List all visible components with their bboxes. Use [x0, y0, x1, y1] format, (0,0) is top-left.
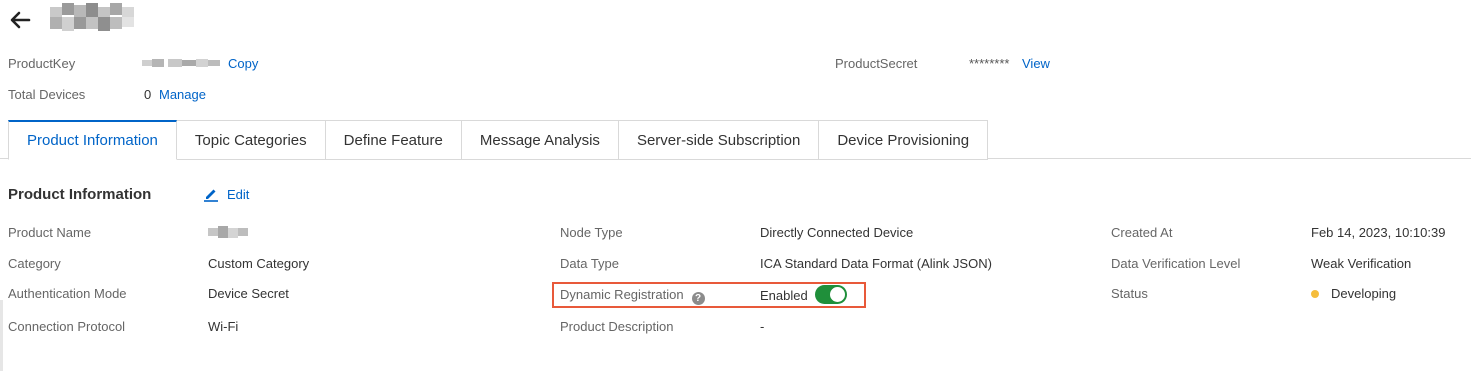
tab-topic-categories[interactable]: Topic Categories — [176, 120, 326, 160]
manage-link[interactable]: Manage — [159, 87, 206, 102]
view-secret-link[interactable]: View — [1022, 56, 1050, 71]
product-title-pixelated — [50, 3, 134, 31]
connection-protocol-value: Wi-Fi — [208, 319, 239, 334]
total-devices-value: 0 — [144, 87, 152, 102]
dynamic-registration-toggle[interactable] — [815, 285, 847, 304]
created-at-label: Created At — [1111, 225, 1173, 240]
product-name-value-pixelated — [208, 226, 248, 238]
total-devices-label: Total Devices — [8, 87, 86, 102]
product-key-label: ProductKey — [8, 56, 76, 71]
status-dot — [1311, 290, 1319, 298]
node-type-value: Directly Connected Device — [760, 225, 914, 240]
dynamic-registration-value: Enabled — [760, 288, 808, 303]
tab-server-side-subscription[interactable]: Server-side Subscription — [618, 120, 820, 160]
edit-button[interactable]: Edit — [203, 186, 249, 202]
pencil-icon — [204, 189, 218, 202]
arrow-left-icon[interactable] — [8, 8, 32, 32]
help-icon[interactable]: ? — [691, 292, 705, 305]
node-type-label: Node Type — [560, 225, 623, 240]
product-name-label: Product Name — [8, 225, 92, 240]
dynamic-registration-row: Dynamic Registration? — [560, 287, 705, 305]
tab-device-provisioning[interactable]: Device Provisioning — [819, 120, 989, 160]
section-title: Product Information — [8, 186, 152, 203]
toggle-knob — [830, 287, 845, 302]
data-type-value: ICA Standard Data Format (Alink JSON) — [760, 256, 992, 271]
product-secret-value: ******** — [969, 56, 1010, 71]
status-label: Status — [1111, 286, 1148, 301]
verification-level-value: Weak Verification — [1311, 256, 1412, 271]
tab-define-feature[interactable]: Define Feature — [325, 120, 462, 160]
category-label: Category — [8, 256, 61, 271]
connection-protocol-label: Connection Protocol — [8, 319, 126, 334]
status-value: Developing — [1331, 286, 1397, 301]
tab-product-information[interactable]: Product Information — [8, 120, 177, 160]
product-description-value: - — [760, 319, 765, 334]
copy-link[interactable]: Copy — [228, 56, 258, 71]
auth-mode-label: Authentication Mode — [8, 286, 127, 301]
data-type-label: Data Type — [560, 256, 620, 271]
verification-level-label: Data Verification Level — [1111, 256, 1241, 271]
category-value: Custom Category — [208, 256, 310, 271]
product-secret-label: ProductSecret — [835, 56, 918, 71]
tab-bar: Product Information Topic Categories Def… — [8, 120, 989, 160]
left-rail — [0, 300, 3, 371]
product-description-label: Product Description — [560, 319, 674, 334]
product-key-value-pixelated — [142, 59, 220, 67]
edit-label: Edit — [227, 186, 250, 202]
auth-mode-value: Device Secret — [208, 286, 289, 301]
dynamic-registration-label: Dynamic Registration — [560, 287, 684, 302]
created-at-value: Feb 14, 2023, 10:10:39 — [1311, 225, 1446, 240]
tab-message-analysis[interactable]: Message Analysis — [461, 120, 619, 160]
